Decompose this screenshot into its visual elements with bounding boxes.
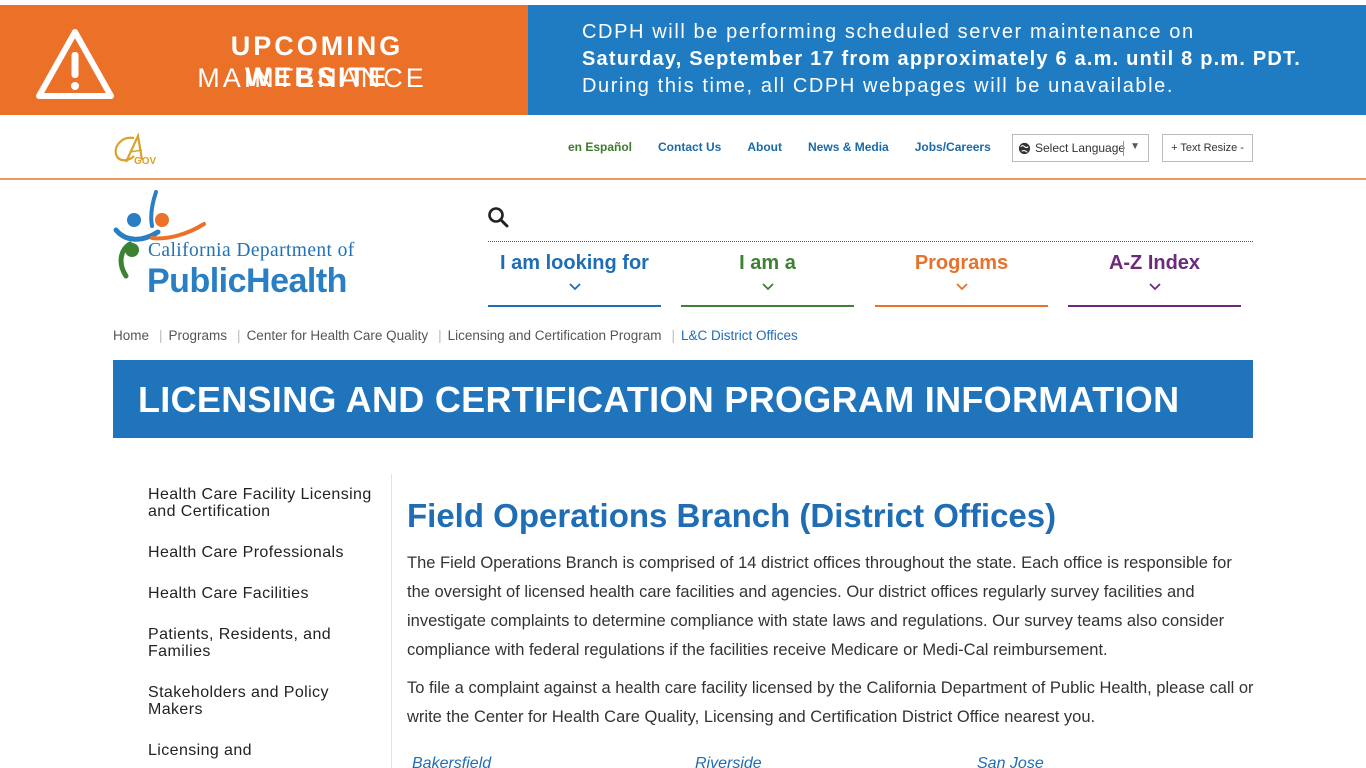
link-contact-us[interactable]: Contact Us: [658, 140, 721, 154]
text-resize-button[interactable]: + Text Resize -: [1162, 134, 1253, 162]
ca-gov-text: GOV: [134, 156, 157, 166]
nav-underline: [875, 305, 1048, 307]
logo-subtitle: California Department of: [148, 240, 355, 261]
ca-gov-logo[interactable]: GOV: [112, 132, 160, 166]
chevron-down-icon: [568, 283, 581, 291]
link-jobs-careers[interactable]: Jobs/Careers: [915, 140, 991, 154]
breadcrumb-programs[interactable]: Programs: [169, 328, 228, 343]
banner-left-panel: UPCOMING WEBSITE MAINTENANCE: [0, 5, 528, 115]
breadcrumb-separator: |: [438, 328, 442, 343]
chevron-down-icon: [1148, 283, 1161, 291]
page-title: LICENSING AND CERTIFICATION PROGRAM INFO…: [138, 379, 1180, 420]
breadcrumb-separator: |: [671, 328, 676, 343]
banner-line2: Saturday, September 17 from approximatel…: [582, 48, 1302, 70]
language-select[interactable]: Select Language ▼: [1012, 134, 1149, 162]
language-select-divider: [1123, 141, 1124, 156]
banner-right-panel: CDPH will be performing scheduled server…: [528, 5, 1366, 115]
banner-title-line2: MAINTENANCE: [197, 63, 427, 93]
nav-underline: [488, 305, 661, 307]
link-about[interactable]: About: [747, 140, 782, 154]
chevron-down-icon: [761, 283, 774, 291]
nav-a-z-index[interactable]: A-Z Index: [1068, 252, 1241, 307]
office-link-bakersfield[interactable]: Bakersfield: [412, 755, 695, 768]
sidebar-divider: [391, 474, 392, 768]
search-icon[interactable]: [487, 206, 509, 228]
sidebar-item-stakeholders[interactable]: Stakeholders and Policy Makers: [148, 684, 378, 718]
sidebar-item-patients[interactable]: Patients, Residents, and Families: [148, 626, 378, 660]
main-content: Field Operations Branch (District Office…: [407, 497, 1257, 741]
nav-underline: [1068, 305, 1241, 307]
chevron-down-icon: [955, 283, 968, 291]
link-en-espanol[interactable]: en Español: [568, 140, 632, 154]
banner-line3: During this time, all CDPH webpages will…: [582, 75, 1175, 97]
sidebar-item-licensing[interactable]: Licensing and: [148, 742, 378, 759]
district-office-links: Bakersfield Riverside San Jose: [412, 755, 1044, 768]
utility-header: GOV en Español Contact Us About News & M…: [0, 115, 1366, 180]
sidebar-nav: Health Care Facility Licensing and Certi…: [148, 486, 378, 768]
sidebar-item-professionals[interactable]: Health Care Professionals: [148, 544, 378, 561]
section-heading: Field Operations Branch (District Office…: [407, 497, 1057, 534]
language-select-label: Select Language: [1035, 141, 1126, 155]
nav-underline: [681, 305, 854, 307]
complaint-paragraph: To file a complaint against a health car…: [407, 679, 1254, 726]
banner-message: CDPH will be performing scheduled server…: [582, 19, 1301, 100]
link-news-media[interactable]: News & Media: [808, 140, 889, 154]
office-link-san-jose[interactable]: San Jose: [977, 755, 1044, 768]
nav-label: I am a: [739, 252, 796, 274]
sidebar-item-facility-licensing[interactable]: Health Care Facility Licensing and Certi…: [148, 486, 378, 520]
office-link-riverside[interactable]: Riverside: [695, 755, 977, 768]
page-title-band: LICENSING AND CERTIFICATION PROGRAM INFO…: [113, 360, 1253, 438]
intro-paragraph: The Field Operations Branch is comprised…: [407, 554, 1232, 659]
utility-links: en Español Contact Us About News & Media…: [568, 140, 1017, 154]
globe-icon: [1018, 142, 1031, 154]
nav-i-am-a[interactable]: I am a: [681, 252, 854, 307]
dropdown-arrow-icon: ▼: [1130, 141, 1140, 152]
nav-divider: [488, 241, 1253, 242]
breadcrumb-chcq[interactable]: Center for Health Care Quality: [247, 328, 429, 343]
breadcrumb-current[interactable]: L&C District Offices: [681, 328, 798, 343]
nav-label: Programs: [914, 252, 1009, 274]
sidebar-item-facilities[interactable]: Health Care Facilities: [148, 585, 378, 602]
warning-icon: [36, 29, 114, 99]
logo-wordmark[interactable]: PublicHealth: [147, 262, 347, 301]
breadcrumb-separator: |: [237, 328, 241, 343]
banner-line1: CDPH will be performing scheduled server…: [582, 21, 1195, 43]
maintenance-banner[interactable]: UPCOMING WEBSITE MAINTENANCE CDPH will b…: [0, 5, 1366, 115]
breadcrumb-separator: |: [159, 328, 163, 343]
breadcrumb-lc-program[interactable]: Licensing and Certification Program: [448, 328, 662, 343]
breadcrumb-home[interactable]: Home: [113, 328, 149, 343]
nav-programs[interactable]: Programs: [875, 252, 1048, 307]
nav-label: I am looking for: [500, 252, 649, 274]
nav-i-am-looking-for[interactable]: I am looking for: [488, 252, 661, 307]
breadcrumb: Home | Programs | Center for Health Care…: [113, 328, 798, 343]
nav-label: A-Z Index: [1108, 252, 1201, 274]
